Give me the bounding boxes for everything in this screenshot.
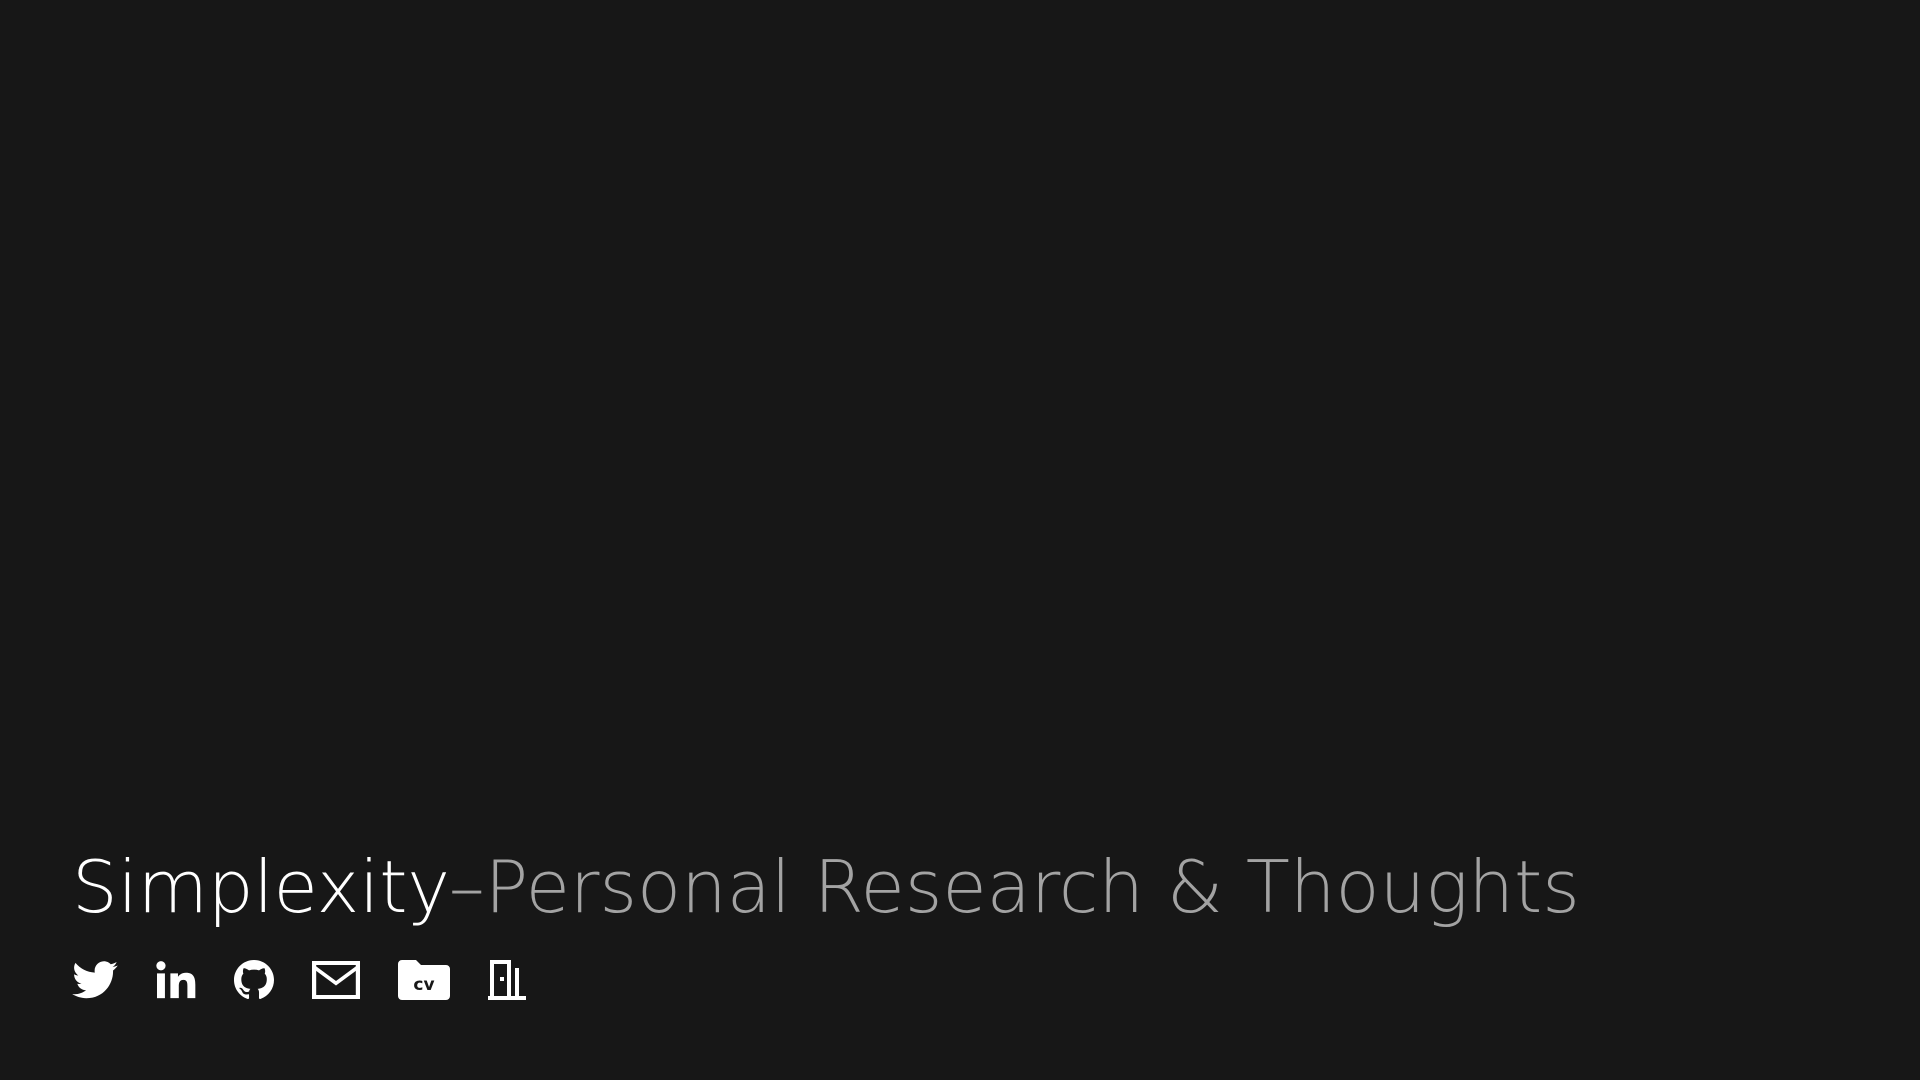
hero-section: Simplexity–Personal Research & Thoughts	[72, 842, 1772, 1008]
linkedin-link[interactable]	[156, 961, 196, 999]
github-icon	[234, 960, 274, 1000]
github-link[interactable]	[234, 960, 274, 1000]
twitter-link[interactable]	[72, 961, 118, 999]
title-separator: –	[448, 845, 485, 929]
linkedin-icon	[156, 961, 196, 999]
mail-icon	[312, 961, 360, 999]
twitter-icon	[72, 961, 118, 999]
brand-name[interactable]: Simplexity	[72, 845, 449, 929]
door-icon	[488, 960, 526, 1000]
page: Simplexity–Personal Research & Thoughts	[0, 0, 1920, 1080]
page-title: Simplexity–Personal Research & Thoughts	[72, 842, 1772, 932]
email-link[interactable]	[312, 961, 360, 999]
social-links: cv	[72, 952, 1772, 1008]
cv-badge-text: cv	[413, 975, 434, 995]
site-tagline: Personal Research & Thoughts	[484, 845, 1580, 929]
cv-link[interactable]: cv	[398, 960, 450, 1000]
cv-folder-icon: cv	[398, 960, 450, 1000]
exit-link[interactable]	[488, 960, 526, 1000]
